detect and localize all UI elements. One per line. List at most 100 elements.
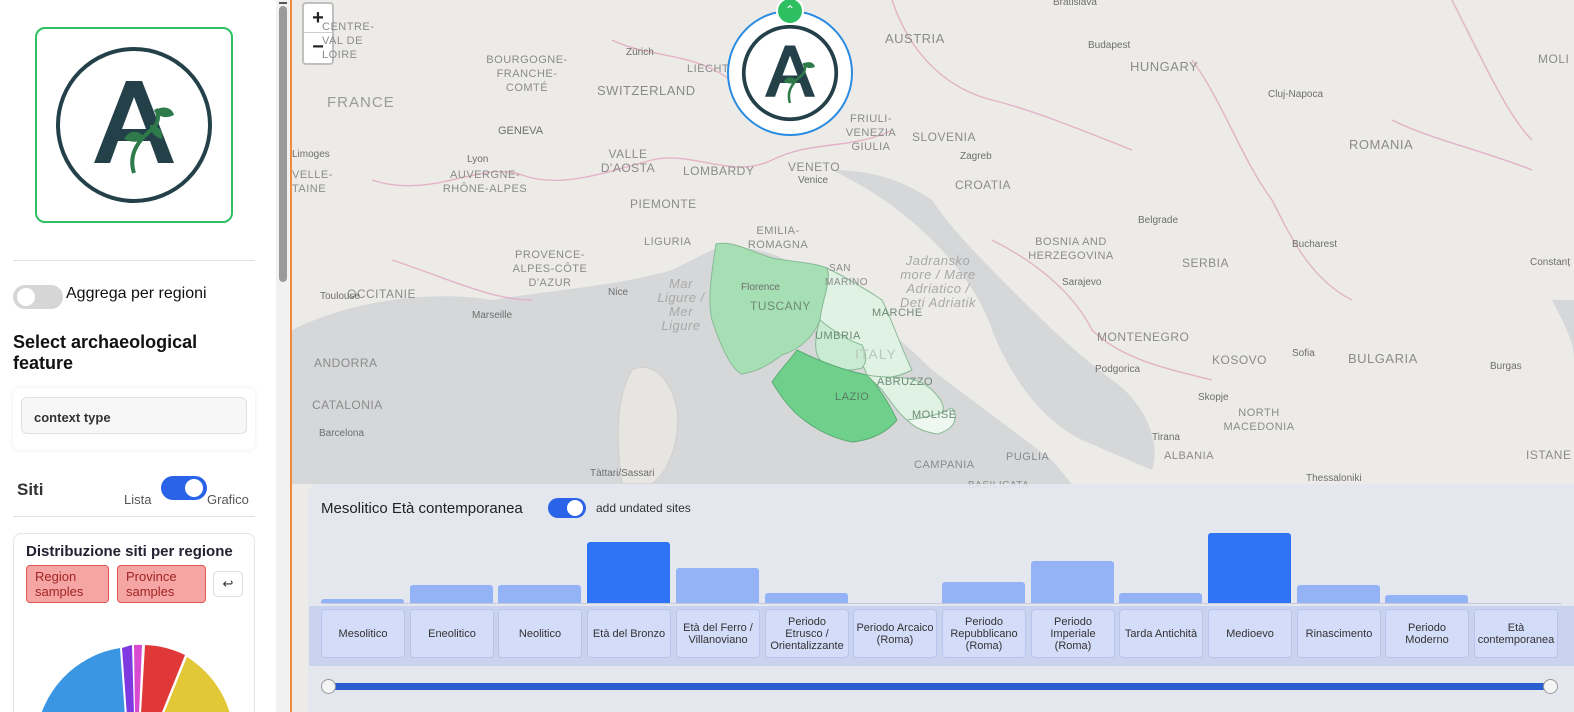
city-toulouse: Toulouse	[320, 291, 361, 302]
list-view-label: Lista	[124, 492, 152, 507]
app-root: Aggrega per regioni Select archaeologica…	[0, 0, 1574, 712]
bars-baseline	[321, 603, 1561, 604]
siti-section-title: Siti	[17, 480, 44, 499]
timeline-category-button[interactable]: Periodo Etrusco / Orientalizzante	[765, 609, 849, 658]
map-label-istanbul: ISTANE	[1526, 448, 1572, 462]
city-budapest: Budapest	[1088, 40, 1131, 51]
map-label-switzerland: SWITZERLAND	[597, 83, 696, 98]
toggle-knob	[567, 500, 583, 516]
aggregate-regions-label: Aggrega per regioni	[66, 285, 207, 302]
map-label-montenegro: MONTENEGRO	[1097, 330, 1190, 344]
timeline-bar[interactable]	[1031, 561, 1114, 604]
map-label-piemonte: PIEMONTE	[630, 197, 697, 211]
timeline-category-button[interactable]: Età contemporanea	[1474, 609, 1558, 658]
map-label-friuli: FRIULI-VENEZIA GIULIA	[845, 113, 897, 153]
scrollbar-thumb[interactable]	[279, 6, 287, 282]
city-geneva: GENEVA	[498, 125, 544, 137]
timeline-category-button[interactable]: Periodo Moderno	[1385, 609, 1469, 658]
context-type-select[interactable]: context type	[21, 397, 247, 434]
timeline-category-button[interactable]: Periodo Imperiale (Roma)	[1031, 609, 1115, 658]
city-cluj: Cluj-Napoca	[1268, 89, 1324, 100]
archaeology-logo-icon	[741, 24, 839, 122]
city-podgorica: Podgorica	[1095, 364, 1141, 375]
province-samples-button[interactable]: Province samples	[117, 565, 206, 603]
map-label-croatia: CROATIA	[955, 178, 1011, 192]
timeline-bar[interactable]	[498, 585, 581, 604]
map-label-bosnia: BOSNIA AND HERZEGOVINA	[1028, 236, 1114, 262]
undated-sites-label: add undated sites	[596, 501, 691, 515]
map-label-centre-val: CENTRE-VAL DE LOIRE	[322, 21, 375, 61]
map-label-serbia: SERBIA	[1182, 256, 1230, 270]
map-label-campania: CAMPANIA	[914, 459, 975, 471]
map-label-slovenia: SLOVENIA	[912, 130, 977, 144]
map-label-austria: AUSTRIA	[885, 31, 945, 46]
map-label-tuscany: TUSCANY	[750, 299, 811, 313]
city-florence: Florence	[741, 282, 780, 293]
city-bucharest: Bucharest	[1292, 239, 1338, 250]
map-label-san-marino: SAN MARINO	[825, 263, 868, 288]
slider-end-handle[interactable]	[1543, 679, 1558, 694]
timeline-category-button[interactable]: Tarda Antichità	[1119, 609, 1203, 658]
timeline-category-button[interactable]: Neolitico	[498, 609, 582, 658]
map-label-valle-aosta: VALLE D'AOSTA	[600, 147, 656, 175]
map-label-lombardy: LOMBARDY	[683, 164, 755, 178]
timeline-bar[interactable]	[1208, 533, 1291, 604]
timeline-bar[interactable]	[410, 585, 493, 604]
timeline-category-button[interactable]: Medioevo	[1208, 609, 1292, 658]
timeline-category-button[interactable]: Eneolitico	[410, 609, 494, 658]
map-label-albania: ALBANIA	[1164, 450, 1214, 462]
map-logo-marker[interactable]	[727, 10, 853, 136]
feature-select-title: Select archaeological feature	[13, 332, 198, 373]
timeline-bar[interactable]	[587, 542, 670, 604]
region-samples-button[interactable]: Region samples	[26, 565, 109, 603]
timeline-bar[interactable]	[942, 582, 1025, 604]
map-label-moldova: MOLI	[1538, 52, 1570, 66]
timeline-category-button[interactable]: Rinascimento	[1297, 609, 1381, 658]
timeline-category-button[interactable]: Mesolitico	[321, 609, 405, 658]
list-chart-toggle[interactable]	[161, 476, 207, 500]
map-label-bulgaria: BULGARIA	[1348, 351, 1418, 366]
map-label-umbria: UMBRIA	[815, 330, 861, 342]
city-bratislava: Bratislava	[1053, 0, 1097, 8]
scroll-up-arrow-icon[interactable]	[279, 0, 287, 4]
city-tirana: Tirana	[1152, 432, 1180, 443]
sidebar: Aggrega per regioni Select archaeologica…	[0, 0, 276, 712]
map-label-molise: MOLISE	[912, 409, 957, 421]
timeline-bar[interactable]	[676, 568, 759, 604]
timeline-bar[interactable]	[1297, 585, 1380, 604]
timeline-category-button[interactable]: Età del Ferro / Villanoviano	[676, 609, 760, 658]
map-view[interactable]: + − FRANCE AUSTRIA HUNGARY ROMANIA SLOVE…	[292, 0, 1574, 712]
chart-view-label: Grafico	[207, 492, 249, 507]
map-label-france: FRANCE	[327, 94, 395, 111]
city-burgas: Burgas	[1490, 361, 1522, 372]
timeline-title: Mesolitico Età contemporanea	[321, 500, 523, 517]
timeline-category-button[interactable]: Periodo Repubblicano (Roma)	[942, 609, 1026, 658]
toggle-knob	[17, 288, 35, 306]
city-lyon: Lyon	[467, 154, 489, 165]
map-label-kosovo: KOSOVO	[1212, 353, 1268, 367]
aggregate-regions-toggle[interactable]	[13, 285, 63, 309]
city-zurich: Zürich	[626, 47, 654, 58]
map-label-auvergne: AUVERGNE-RHÔNE-ALPES	[442, 169, 528, 195]
timeline-category-button[interactable]: Periodo Arcaico (Roma)	[853, 609, 937, 658]
sidebar-scrollbar[interactable]	[276, 0, 290, 712]
map-label-north-macedonia: NORTH MACEDONIA	[1223, 407, 1295, 433]
slider-start-handle[interactable]	[321, 679, 336, 694]
city-zagreb: Zagreb	[960, 151, 992, 162]
period-range-slider[interactable]	[328, 683, 1550, 690]
city-marseille: Marseille	[472, 310, 513, 321]
map-label-veneto: VENETO	[788, 160, 841, 174]
back-arrow-icon[interactable]: ↩	[213, 571, 243, 597]
timeline-category-button[interactable]: Età del Bronzo	[587, 609, 671, 658]
map-label-hungary: HUNGARY	[1130, 59, 1199, 74]
sidebar-divider	[13, 260, 255, 261]
map-label-catalonia: CATALONIA	[312, 398, 383, 412]
undated-sites-toggle[interactable]	[548, 498, 586, 518]
map-label-romania: ROMANIA	[1349, 137, 1414, 152]
distribution-card: Distribuzione siti per regione Region sa…	[13, 533, 255, 712]
map-label-liguria: LIGURIA	[644, 236, 692, 248]
map-label-italy: ITALY	[855, 346, 897, 362]
timeline-categories: Mesolitico Eneolitico Neolitico Età del Bro…	[309, 606, 1574, 666]
city-sassari: Tàttari/Sassari	[590, 468, 655, 479]
map-label-andorra: ANDORRA	[314, 356, 378, 370]
